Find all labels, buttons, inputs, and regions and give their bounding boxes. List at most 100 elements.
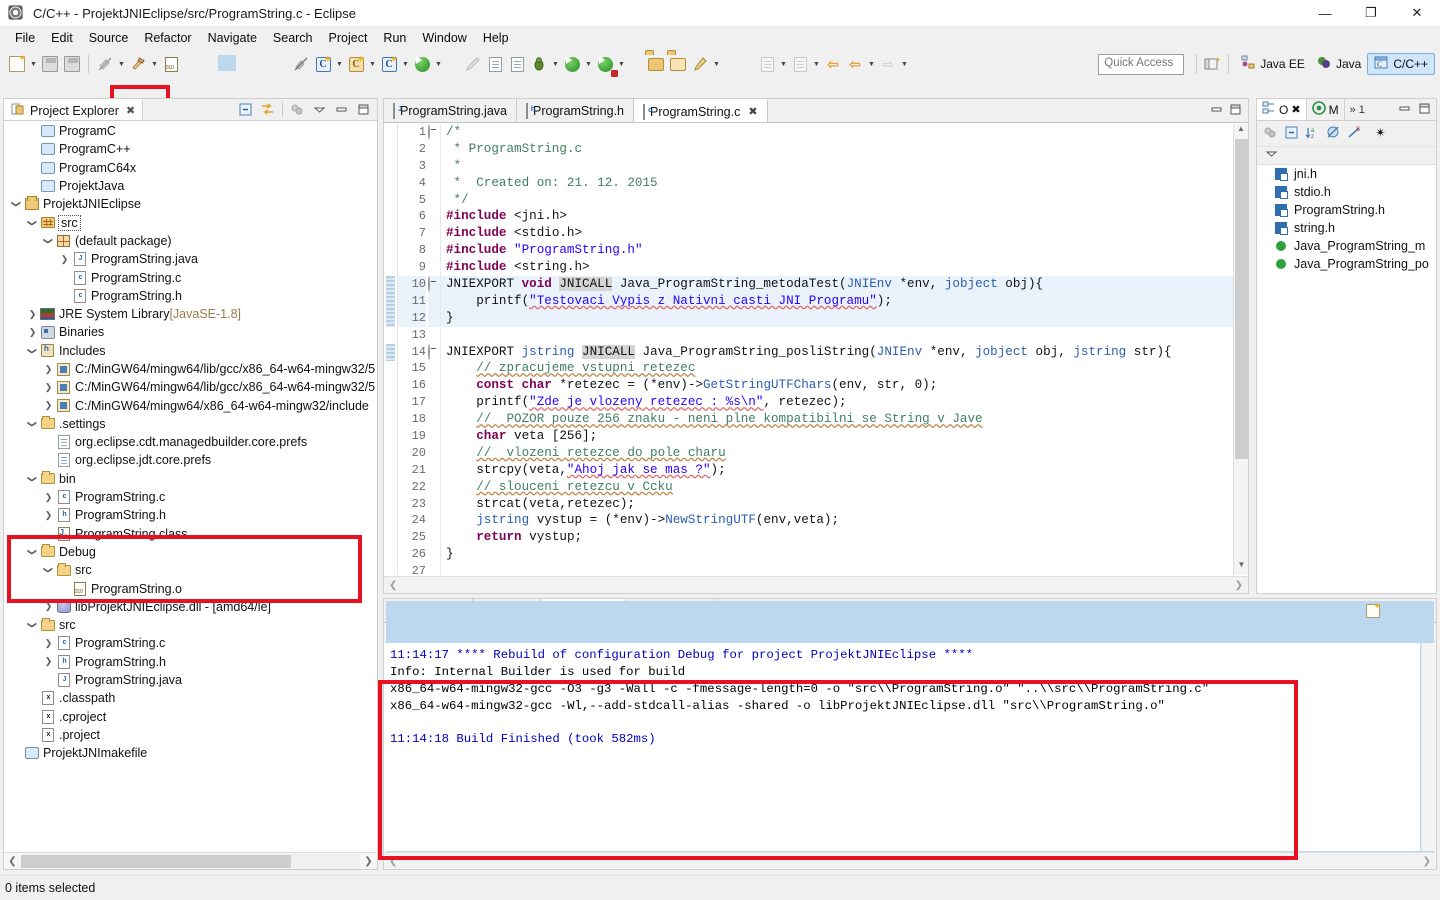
binary-icon[interactable] bbox=[160, 53, 182, 75]
next-annotation-icon[interactable] bbox=[756, 53, 778, 75]
debug-icon[interactable] bbox=[528, 53, 550, 75]
fold-toggle-icon[interactable] bbox=[428, 276, 440, 293]
tree-item[interactable]: ❯src bbox=[4, 561, 377, 579]
new-c-project-dropdown-icon[interactable]: ▼ bbox=[334, 53, 345, 75]
open-resource-icon[interactable] bbox=[667, 53, 689, 75]
tree-item[interactable]: ProgramString.class bbox=[4, 525, 377, 543]
perspective-java-ee[interactable]: Java EE bbox=[1235, 53, 1311, 75]
tab-programstring-h[interactable]: h ProgramString.h bbox=[517, 99, 634, 122]
collapse-all-icon[interactable] bbox=[236, 100, 255, 119]
tree-item[interactable]: ❯libProjektJNIEclipse.dll - [amd64/le] bbox=[4, 598, 377, 616]
restore-button[interactable]: ❐ bbox=[1348, 0, 1394, 27]
prev-annotation-icon[interactable] bbox=[789, 53, 811, 75]
tab-programstring-c[interactable]: c ProgramString.c ✖ bbox=[634, 99, 768, 122]
view-menu-icon[interactable] bbox=[310, 100, 329, 119]
chevron-right-icon[interactable]: ❯ bbox=[42, 598, 55, 616]
focus-active-task-icon[interactable] bbox=[288, 100, 307, 119]
vscroll-thumb[interactable] bbox=[1235, 139, 1248, 459]
new-class-wizard-dropdown-icon[interactable]: ▼ bbox=[433, 53, 444, 75]
back-dropdown-icon[interactable]: ▼ bbox=[866, 53, 877, 75]
close-icon[interactable]: ✖ bbox=[126, 104, 135, 117]
save-icon[interactable] bbox=[39, 53, 61, 75]
new-c-project-icon[interactable]: C✦ bbox=[312, 53, 334, 75]
tree-item[interactable]: ❯src bbox=[4, 213, 377, 231]
chevron-right-icon[interactable]: ❯ bbox=[42, 653, 55, 671]
chevron-right-icon[interactable]: ❯ bbox=[26, 305, 39, 323]
tree-item[interactable]: ProjektJNImakefile bbox=[4, 744, 377, 762]
tree-item[interactable]: ProgramC++ bbox=[4, 140, 377, 158]
console-hscrollbar[interactable]: ❮ ❯ bbox=[384, 852, 1436, 869]
tab-make-target[interactable]: M bbox=[1307, 99, 1345, 120]
outline-tree[interactable]: jni.hstdio.hProgramString.hstring.hJava_… bbox=[1257, 165, 1436, 593]
chevron-right-icon[interactable]: ❯ bbox=[42, 506, 55, 524]
hide-static-icon[interactable]: S bbox=[1347, 125, 1362, 143]
maximize-icon[interactable] bbox=[1229, 103, 1242, 119]
tab-programstring-java[interactable]: J ProgramString.java bbox=[384, 99, 517, 122]
minimize-icon[interactable] bbox=[1398, 102, 1411, 118]
tree-item[interactable]: ProgramC64x bbox=[4, 159, 377, 177]
menu-run[interactable]: Run bbox=[375, 29, 414, 47]
toggle-block-selection-icon[interactable] bbox=[484, 53, 506, 75]
tree-item[interactable]: ❯hProgramString.h bbox=[4, 506, 377, 524]
editor-marker-bar[interactable] bbox=[384, 124, 398, 575]
minimize-icon[interactable] bbox=[332, 100, 351, 119]
new-dropdown-icon[interactable]: ▼ bbox=[28, 53, 39, 75]
tree-item[interactable]: cProgramString.h bbox=[4, 287, 377, 305]
tree-item[interactable]: ❯C:/MinGW64/mingw64/lib/gcc/x86_64-w64-m… bbox=[4, 378, 377, 396]
perspective-java[interactable]: Java bbox=[1311, 53, 1367, 75]
open-perspective-icon[interactable]: ✦ bbox=[1203, 55, 1222, 74]
open-console-icon[interactable] bbox=[216, 53, 238, 75]
editor-source-code[interactable]: /* * ProgramString.c * * Created on: 21.… bbox=[441, 124, 1248, 575]
skip-breakpoints-icon[interactable] bbox=[290, 53, 312, 75]
tree-item[interactable]: ProgramString.o bbox=[4, 579, 377, 597]
tree-item[interactable]: ❯ProjektJNIEclipse bbox=[4, 195, 377, 213]
tree-item[interactable]: cProgramString.c bbox=[4, 268, 377, 286]
tree-item[interactable]: ❯C:/MinGW64/mingw64/x86_64-w64-mingw32/i… bbox=[4, 396, 377, 414]
new-file-icon[interactable]: ✦ bbox=[6, 53, 28, 75]
close-icon[interactable]: ✖ bbox=[748, 105, 757, 118]
tree-item[interactable]: ❯Includes bbox=[4, 342, 377, 360]
tree-item[interactable]: ProgramC bbox=[4, 122, 377, 140]
new-class-wizard-icon[interactable] bbox=[411, 53, 433, 75]
chevron-right-icon[interactable]: ❯ bbox=[42, 378, 55, 396]
focus-icon[interactable]: ✴ bbox=[1374, 125, 1389, 143]
outline-item[interactable]: jni.h bbox=[1257, 165, 1436, 183]
tree-item[interactable]: ❯JProgramString.java bbox=[4, 250, 377, 268]
coverage-icon[interactable] bbox=[594, 53, 616, 75]
link-with-editor-icon[interactable] bbox=[258, 100, 277, 119]
scroll-right-icon[interactable]: ❯ bbox=[1235, 580, 1243, 591]
tab-overflow-indicator[interactable]: » 1 bbox=[1345, 99, 1370, 120]
scroll-down-icon[interactable]: ▼ bbox=[1234, 560, 1249, 575]
show-whitespace-icon[interactable] bbox=[506, 53, 528, 75]
back-icon[interactable]: ⇦ bbox=[844, 53, 866, 75]
maximize-icon[interactable] bbox=[1418, 102, 1431, 118]
outline-item[interactable]: Java_ProgramString_m bbox=[1257, 237, 1436, 255]
tree-item[interactable]: x.project bbox=[4, 726, 377, 744]
editor-folding-bar[interactable] bbox=[428, 124, 441, 575]
chevron-right-icon[interactable]: ❯ bbox=[58, 250, 71, 268]
tree-item[interactable]: ❯.settings bbox=[4, 415, 377, 433]
tree-item[interactable]: ProjektJava bbox=[4, 177, 377, 195]
tree-item[interactable]: ❯(default package) bbox=[4, 232, 377, 250]
console-vscrollbar[interactable] bbox=[1421, 643, 1436, 851]
menu-edit[interactable]: Edit bbox=[43, 29, 81, 47]
tree-item[interactable]: ❯cProgramString.c bbox=[4, 634, 377, 652]
new-c-file-icon[interactable]: C✦ bbox=[378, 53, 400, 75]
scroll-left-icon[interactable]: ❮ bbox=[389, 580, 397, 591]
menu-file[interactable]: File bbox=[7, 29, 43, 47]
tree-item[interactable]: ❯hProgramString.h bbox=[4, 653, 377, 671]
console-output[interactable]: 11:14:17 **** Rebuild of configuration D… bbox=[384, 643, 1420, 851]
menu-refactor[interactable]: Refactor bbox=[136, 29, 199, 47]
run-icon[interactable] bbox=[561, 53, 583, 75]
tree-item[interactable]: ❯src bbox=[4, 616, 377, 634]
quick-access-input[interactable]: Quick Access bbox=[1098, 54, 1184, 75]
tree-item[interactable]: ❯bin bbox=[4, 470, 377, 488]
tree-item[interactable]: ❯Binaries bbox=[4, 323, 377, 341]
tree-item[interactable]: JProgramString.java bbox=[4, 671, 377, 689]
editor-hscrollbar[interactable]: ❮ ❯ bbox=[384, 576, 1248, 593]
run-dropdown-icon[interactable]: ▼ bbox=[583, 53, 594, 75]
close-icon[interactable]: ✖ bbox=[1291, 103, 1300, 116]
save-all-icon[interactable] bbox=[61, 53, 83, 75]
tree-item[interactable]: ❯Debug bbox=[4, 543, 377, 561]
open-type-icon[interactable] bbox=[645, 53, 667, 75]
